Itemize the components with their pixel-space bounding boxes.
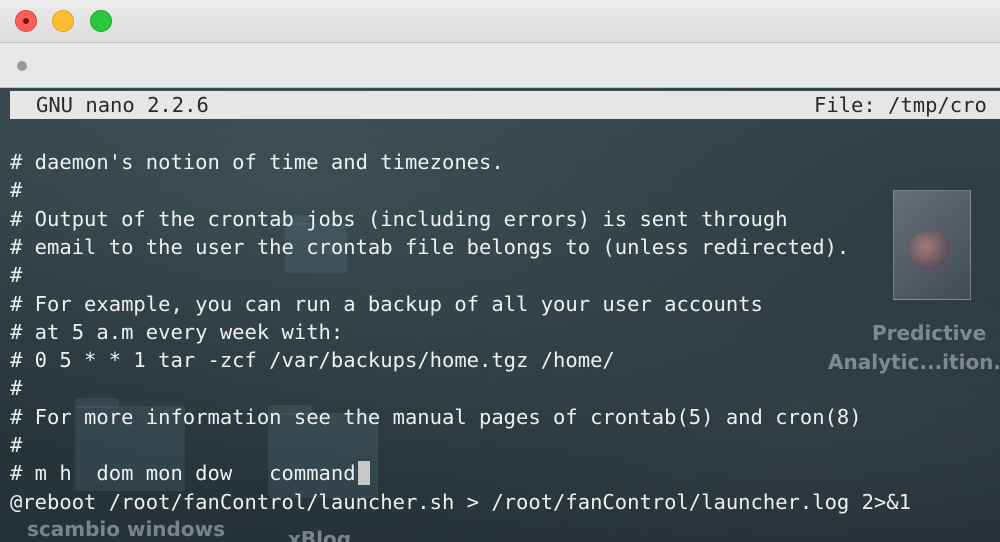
brain-image-icon [908, 231, 954, 271]
editor-line[interactable]: # [10, 374, 22, 402]
nano-version: GNU nano 2.2.6 [36, 93, 209, 117]
editor-line-text: # m h dom mon dow command [10, 461, 356, 485]
nano-filename: File: /tmp/cro [814, 93, 987, 117]
nano-header-bar: GNU nano 2.2.6 File: /tmp/cro [10, 91, 1000, 119]
editor-line[interactable]: # For more information see the manual pa… [10, 403, 862, 431]
desktop-label: scambio windows [27, 517, 225, 541]
desktop-document-thumbnail-icon [893, 190, 971, 300]
desktop-label: Analytic...ition. [828, 350, 1000, 374]
editor-line[interactable]: # email to the user the crontab file bel… [10, 233, 849, 261]
desktop-label: Predictive [872, 321, 987, 345]
tab-bar [0, 43, 1000, 88]
editor-line[interactable]: # 0 5 * * 1 tar -zcf /var/backups/home.t… [10, 346, 615, 374]
editor-line[interactable]: # For example, you can run a backup of a… [10, 290, 763, 318]
minimize-window-button[interactable] [52, 10, 74, 32]
editor-line-with-cursor[interactable]: # m h dom mon dow command [10, 459, 370, 487]
text-cursor [357, 461, 370, 485]
desktop-label: xBlog [288, 527, 352, 542]
editor-line[interactable]: # at 5 a.m every week with: [10, 318, 343, 346]
editor-line[interactable]: # Output of the crontab jobs (including … [10, 205, 788, 233]
zoom-window-button[interactable] [90, 10, 112, 32]
editor-line[interactable]: # [10, 176, 22, 204]
close-window-button[interactable] [15, 10, 37, 32]
terminal-view[interactable]: Predictive Analytic...ition. scambio win… [0, 88, 1000, 542]
editor-line[interactable]: @reboot /root/fanControl/launcher.sh > /… [10, 488, 911, 516]
editor-line[interactable]: # [10, 431, 22, 459]
tab-status-dot-icon[interactable] [17, 61, 27, 71]
window-titlebar [0, 0, 1000, 43]
editor-line[interactable]: # daemon's notion of time and timezones. [10, 148, 504, 176]
editor-line[interactable]: # [10, 261, 22, 289]
